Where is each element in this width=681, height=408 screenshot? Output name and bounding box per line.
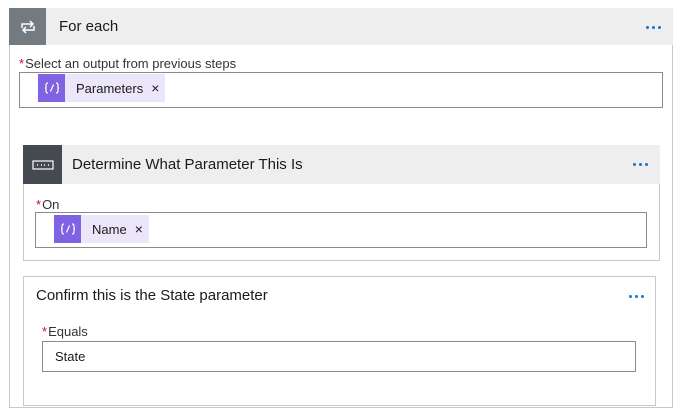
case-more-options-button[interactable] [624, 288, 648, 304]
remove-token-button[interactable]: × [151, 80, 165, 96]
switch-field-label: *On [36, 197, 60, 212]
equals-field-label: *Equals [42, 324, 88, 339]
token-label: Parameters [76, 80, 144, 96]
foreach-title: For each [59, 18, 119, 35]
name-token[interactable]: Name × [54, 215, 149, 243]
token-label: Name [92, 221, 127, 237]
foreach-field-label: *Select an output from previous steps [19, 56, 237, 71]
parameters-token[interactable]: Parameters × [38, 74, 166, 102]
foreach-more-options-button[interactable] [641, 19, 665, 35]
loop-icon [9, 8, 46, 45]
expression-icon [38, 74, 65, 102]
switch-icon [23, 145, 62, 184]
equals-input[interactable] [42, 341, 636, 372]
remove-token-button[interactable]: × [135, 221, 149, 237]
switch-title: Determine What Parameter This Is [72, 156, 303, 173]
expression-icon [54, 215, 81, 243]
case-title: Confirm this is the State parameter [36, 287, 268, 304]
switch-more-options-button[interactable] [628, 156, 652, 172]
